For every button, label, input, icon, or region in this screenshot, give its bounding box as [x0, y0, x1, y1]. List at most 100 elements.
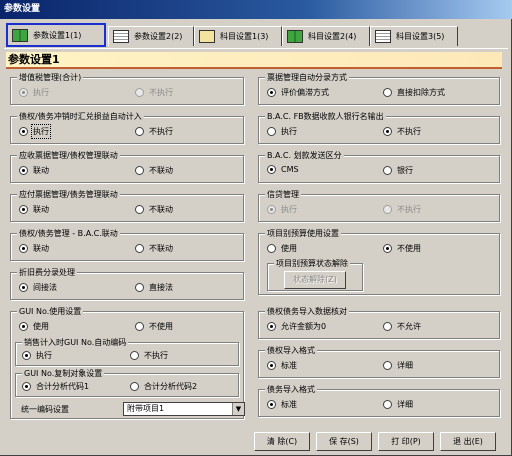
credit-execute-radio[interactable]: 执行 [267, 204, 297, 215]
group-title: 销售计入时GUI No.自动编码 [22, 337, 129, 348]
fb-bank-output-group: B.A.C. FB数据收款人银行名输出 执行 不执行 [258, 111, 500, 144]
group-title: 债权导入格式 [265, 345, 317, 356]
unified-code-label: 统一编码设置 [21, 405, 69, 414]
group-title: 债务导入格式 [265, 384, 317, 395]
gui-auto-code-execute-radio[interactable]: 执行 [22, 350, 52, 361]
payables-link-radio[interactable]: 联动 [19, 204, 49, 215]
depreciation-direct-radio[interactable]: 直接法 [135, 282, 173, 293]
allow-zero-radio[interactable]: 允许金额为0 [267, 321, 326, 332]
disallow-radio[interactable]: 不允许 [383, 321, 421, 332]
group-title: GUI No.复制对象设置 [22, 368, 105, 379]
group-title: 项目别预算状态解除 [274, 258, 350, 269]
group-title: 票据管理自动分录方式 [265, 72, 349, 83]
receivables-group: 应收票据管理/债权管理联动 联动 不联动 [10, 150, 244, 183]
gui-not-use-radio[interactable]: 不使用 [135, 321, 173, 332]
fb-not-execute-radio[interactable]: 不执行 [383, 126, 421, 137]
depreciation-group: 折旧费分录处理 间接法 直接法 [10, 267, 244, 300]
payables-group: 应付票据管理/债务管理联动 联动 不联动 [10, 189, 244, 222]
vat-group: 增值税管理(合计) 执行 不执行 [10, 72, 244, 105]
group-title: 债权/债务管理 - B.A.C.联动 [17, 228, 120, 239]
print-button[interactable]: 打 印(P) [378, 432, 434, 451]
budget-status-subgroup: 项目别预算状态解除 状态解除(Z) [267, 258, 363, 291]
tab-settings-2[interactable]: 参数设置2(2) [108, 26, 194, 46]
tab-account-settings-1[interactable]: 科目设置1(3) [194, 26, 282, 46]
tab-label: 科目设置1(3) [220, 32, 269, 41]
tab-divider [4, 48, 508, 49]
depreciation-indirect-radio[interactable]: 间接法 [19, 282, 57, 293]
group-title: B.A.C. 划款发送区分 [265, 150, 344, 161]
book-icon [12, 28, 28, 42]
credit-group: 信贷管理 执行 不执行 [258, 189, 500, 222]
gui-no-group: GUI No.使用设置 使用 不使用 销售计入时GUI No.自动编码 执行 不… [10, 306, 245, 419]
group-title: GUI No.使用设置 [17, 306, 84, 317]
document-icon [375, 30, 391, 43]
credit-import-format-group: 债权导入格式 标准 详细 [258, 345, 500, 378]
credit-not-execute-radio[interactable]: 不执行 [383, 204, 421, 215]
bac-unlink-radio[interactable]: 不联动 [135, 243, 173, 254]
gui-auto-code-subgroup: 销售计入时GUI No.自动编码 执行 不执行 [15, 337, 239, 366]
debt-format-standard-radio[interactable]: 标准 [267, 399, 297, 410]
gui-copy-target-subgroup: GUI No.复制对象设置 合计分析代码1 合计分析代码2 [15, 368, 239, 397]
bac-link-group: 债权/债务管理 - B.A.C.联动 联动 不联动 [10, 228, 244, 261]
tab-strip: 参数设置1(1) 参数设置2(2) 科目设置1(3) 科目设置2(4) 科目设置… [4, 22, 508, 48]
project-budget-group: 项目别预算使用设置 使用 不使用 项目别预算状态解除 状态解除(Z) [258, 228, 500, 295]
tab-label: 科目设置2(4) [308, 32, 357, 41]
budget-not-use-radio[interactable]: 不使用 [383, 243, 421, 254]
group-title: 应收票据管理/债权管理联动 [17, 150, 120, 161]
group-title: 增值税管理(合计) [17, 72, 84, 83]
group-title: B.A.C. FB数据收款人银行名输出 [265, 111, 386, 122]
gui-auto-code-not-execute-radio[interactable]: 不执行 [130, 350, 168, 361]
chevron-down-icon[interactable]: ▼ [232, 403, 244, 415]
group-title: 应付票据管理/债务管理联动 [17, 189, 120, 200]
bill-entry-group: 票据管理自动分录方式 评价偏滞方式 直接扣除方式 [258, 72, 500, 105]
box-icon [199, 30, 215, 43]
tab-settings-1[interactable]: 参数设置1(1) [6, 23, 106, 47]
transfer-bank-radio[interactable]: 银行 [383, 165, 413, 176]
release-status-button[interactable]: 状态解除(Z) [284, 271, 346, 289]
select-value: 附带项目1 [127, 404, 165, 413]
tab-label: 参数设置2(2) [134, 32, 183, 41]
group-title: 信贷管理 [265, 189, 301, 200]
vat-not-execute-radio[interactable]: 不执行 [135, 87, 173, 98]
exit-button[interactable]: 退 出(E) [440, 432, 496, 451]
group-title: 债权债务导入数据核对 [265, 306, 349, 317]
receivables-unlink-radio[interactable]: 不联动 [135, 165, 173, 176]
fb-execute-radio[interactable]: 执行 [267, 126, 297, 137]
analysis-code-2-radio[interactable]: 合计分析代码2 [130, 381, 197, 392]
credit-format-standard-radio[interactable]: 标准 [267, 360, 297, 371]
receivables-link-radio[interactable]: 联动 [19, 165, 49, 176]
transfer-cms-radio[interactable]: CMS [267, 165, 299, 174]
payables-unlink-radio[interactable]: 不联动 [135, 204, 173, 215]
document-icon [113, 30, 129, 43]
fx-execute-radio[interactable]: 执行 [19, 124, 51, 139]
debt-import-format-group: 债务导入格式 标准 详细 [258, 384, 500, 417]
tab-account-settings-2[interactable]: 科目设置2(4) [282, 26, 370, 46]
fx-group: 债权/债务冲销时汇兑损益自动计入 执行 不执行 [10, 111, 244, 144]
clear-button[interactable]: 清 除(C) [254, 432, 310, 451]
bill-valuation-radio[interactable]: 评价偏滞方式 [267, 87, 329, 98]
bac-link-radio[interactable]: 联动 [19, 243, 49, 254]
bac-transfer-group: B.A.C. 划款发送区分 CMS 银行 [258, 150, 500, 183]
tab-label: 科目设置3(5) [396, 32, 445, 41]
fx-not-execute-radio[interactable]: 不执行 [135, 126, 173, 137]
group-title: 债权/债务冲销时汇兑损益自动计入 [17, 111, 144, 122]
group-title: 项目别预算使用设置 [265, 228, 341, 239]
page-title: 参数设置1 [6, 52, 502, 67]
debt-format-detail-radio[interactable]: 详细 [383, 399, 413, 410]
bill-direct-deduct-radio[interactable]: 直接扣除方式 [383, 87, 445, 98]
tab-label: 参数设置1(1) [33, 30, 82, 40]
book-icon [287, 30, 303, 43]
group-title: 折旧费分录处理 [17, 267, 77, 278]
title-underline [6, 67, 502, 69]
import-check-group: 债权债务导入数据核对 允许金额为0 不允许 [258, 306, 500, 339]
parameter-settings-window: 参数设置 参数设置1(1) 参数设置2(2) 科目设置1(3) 科目设置2(4)… [0, 0, 512, 456]
vat-execute-radio[interactable]: 执行 [19, 87, 49, 98]
settings-panel: 参数设置1 增值税管理(合计) 执行 不执行 债权/债务冲销时汇兑损益自动计入 … [6, 50, 506, 422]
budget-use-radio[interactable]: 使用 [267, 243, 297, 254]
credit-format-detail-radio[interactable]: 详细 [383, 360, 413, 371]
tab-account-settings-3[interactable]: 科目设置3(5) [370, 26, 458, 46]
gui-use-radio[interactable]: 使用 [19, 321, 49, 332]
save-button[interactable]: 保 存(S) [316, 432, 372, 451]
analysis-code-1-radio[interactable]: 合计分析代码1 [22, 381, 89, 392]
unified-code-select[interactable]: 附带项目1 ▼ [123, 402, 245, 416]
